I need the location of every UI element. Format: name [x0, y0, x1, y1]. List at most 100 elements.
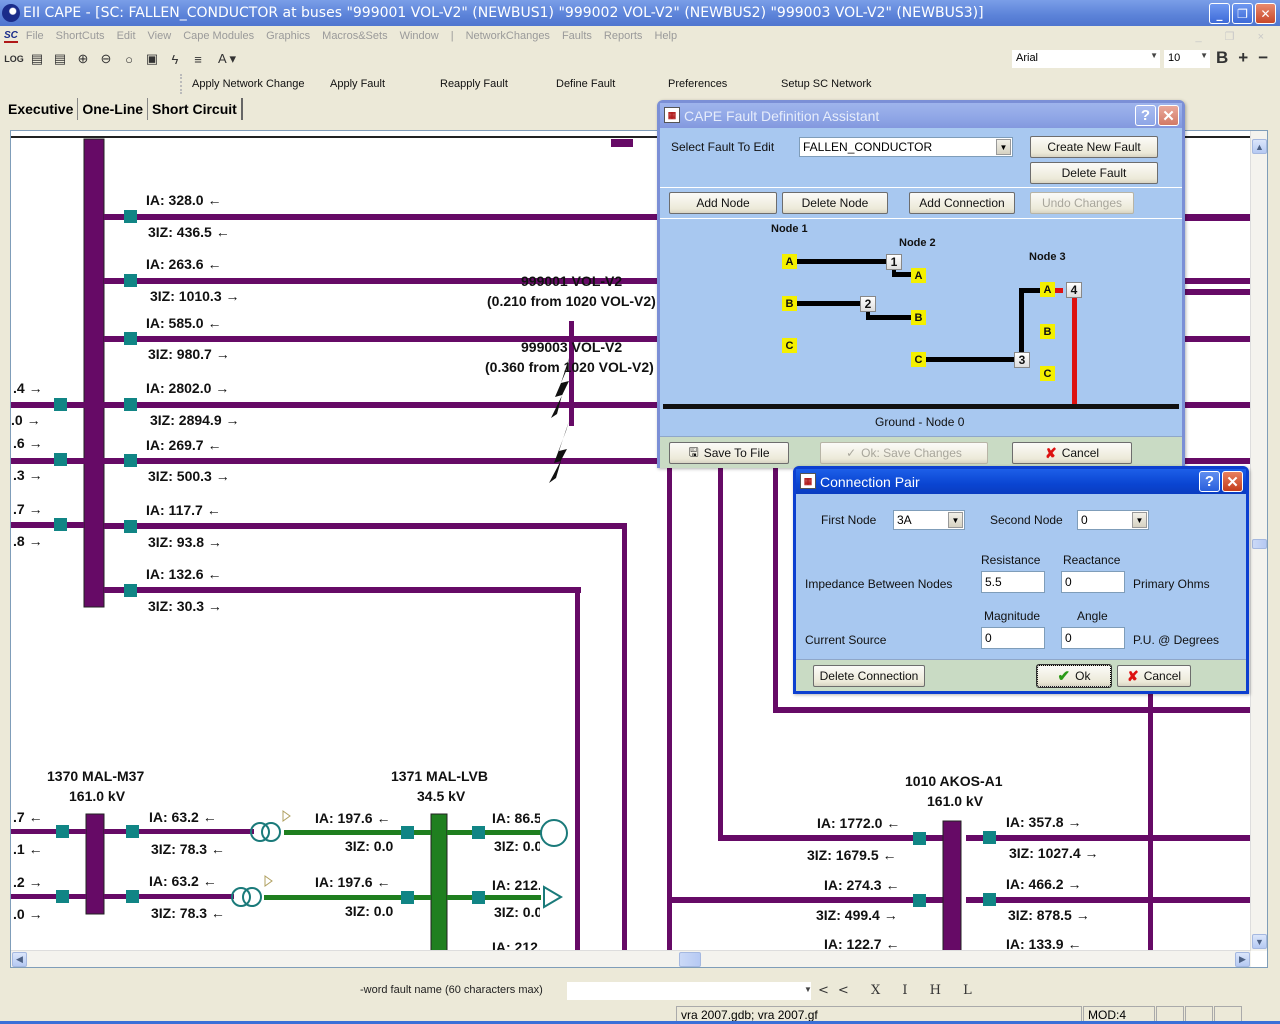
create-new-fault-button[interactable]: Create New Fault — [1030, 136, 1158, 158]
ok-button[interactable]: ✔ Ok — [1036, 664, 1112, 688]
scroll-right-icon[interactable]: ▶ — [1235, 952, 1250, 967]
scroll-down-icon[interactable]: ▼ — [1252, 934, 1267, 949]
second-node-dropdown[interactable]: 0 ▼ — [1077, 510, 1149, 530]
close-button[interactable]: ✕ — [1222, 471, 1243, 492]
lines-icon[interactable]: ≡ — [190, 51, 206, 67]
horizontal-scroll-thumb[interactable] — [679, 952, 701, 967]
zoom-in-icon[interactable]: ⊕ — [75, 51, 91, 67]
delete-node-button[interactable]: Delete Node — [782, 192, 888, 214]
add-node-button[interactable]: Add Node — [669, 192, 777, 214]
vertical-scrollbar[interactable]: ▲ ▼ — [1250, 131, 1267, 951]
mdi-window-controls[interactable]: _ ❐ × — [1195, 30, 1274, 43]
text-style-icon[interactable]: A ▾ — [213, 51, 241, 67]
apply-network-change-button[interactable]: Apply Network Change — [192, 78, 330, 90]
node2-phase-b[interactable]: B — [911, 310, 926, 325]
help-button[interactable]: ? — [1199, 471, 1220, 492]
impedance-units: Primary Ohms — [1133, 577, 1210, 591]
ok-save-changes-button[interactable]: ✓ Ok: Save Changes — [820, 442, 988, 464]
menu-view[interactable]: View — [148, 30, 172, 42]
nav-h-button[interactable]: H — [930, 983, 950, 998]
node1-phase-c[interactable]: C — [782, 338, 797, 353]
scroll-up-icon[interactable]: ▲ — [1252, 139, 1267, 154]
zoom-fit-icon[interactable]: ▣ — [144, 51, 160, 67]
nav-x-button[interactable]: X — [871, 983, 889, 998]
zoom-icon[interactable]: ○ — [121, 51, 137, 67]
report-icon[interactable]: ▤ — [29, 51, 45, 67]
menu-reports[interactable]: Reports — [604, 30, 643, 42]
checkmark-icon: ✔ — [1057, 668, 1071, 685]
resistance-input[interactable]: 5.5 — [981, 571, 1045, 593]
node1-phase-a[interactable]: A — [782, 254, 797, 269]
node1-phase-b[interactable]: B — [782, 296, 797, 311]
first-node-dropdown[interactable]: 3A ▼ — [893, 510, 965, 530]
fault-dialog-titlebar[interactable]: ▦ CAPE Fault Definition Assistant ? ✕ — [660, 103, 1182, 128]
menu-file[interactable]: File — [26, 30, 44, 42]
restore-button[interactable]: ❐ — [1232, 3, 1253, 24]
tab-executive[interactable]: Executive — [4, 98, 79, 120]
help-button[interactable]: ? — [1135, 105, 1156, 126]
tab-one-line[interactable]: One-Line — [78, 98, 149, 120]
delete-fault-button[interactable]: Delete Fault — [1030, 162, 1158, 184]
log-icon[interactable]: LOG — [4, 51, 24, 67]
menu-network-changes[interactable]: NetworkChanges — [466, 30, 550, 42]
preferences-button[interactable]: Preferences — [668, 78, 781, 90]
tab-short-circuit[interactable]: Short Circuit — [148, 98, 243, 120]
menu-cape-modules[interactable]: Cape Modules — [183, 30, 254, 42]
bold-button[interactable]: B — [1216, 48, 1228, 68]
reactance-input[interactable]: 0 — [1061, 571, 1125, 593]
menu-edit[interactable]: Edit — [117, 30, 136, 42]
chevron-down-icon[interactable]: ▼ — [804, 985, 812, 994]
text-report-icon[interactable]: ▤ — [52, 51, 68, 67]
apply-fault-button[interactable]: Apply Fault — [330, 78, 440, 90]
select-fault-dropdown[interactable]: FALLEN_CONDUCTOR ▼ — [799, 137, 1013, 157]
scroll-left-icon[interactable]: ◀ — [12, 952, 27, 967]
font-name-select[interactable]: Arial ▼ — [1012, 50, 1160, 68]
angle-input[interactable]: 0 — [1061, 627, 1125, 649]
menu-faults[interactable]: Faults — [562, 30, 592, 42]
cancel-button[interactable]: ✘ Cancel — [1012, 442, 1132, 464]
cancel-button[interactable]: ✘ Cancel — [1117, 665, 1191, 687]
node3-phase-b[interactable]: B — [1040, 324, 1055, 339]
connection-node-4[interactable]: 4 — [1066, 282, 1082, 298]
magnitude-input[interactable]: 0 — [981, 627, 1045, 649]
horizontal-scrollbar[interactable]: ◀ ▶ — [11, 950, 1251, 967]
vertical-line — [718, 461, 723, 839]
second-node-value: 0 — [1081, 513, 1088, 527]
define-fault-button[interactable]: Define Fault — [556, 78, 668, 90]
minimize-button[interactable]: _ — [1209, 3, 1230, 24]
node2-phase-a[interactable]: A — [911, 268, 926, 283]
close-button[interactable]: ✕ — [1158, 105, 1179, 126]
nav-i-button[interactable]: I — [902, 983, 916, 998]
delete-connection-button[interactable]: Delete Connection — [813, 665, 925, 687]
font-size-select[interactable]: 10 ▼ — [1164, 50, 1210, 68]
save-to-file-button[interactable]: 🖫 Save To File — [669, 442, 789, 464]
menu-window[interactable]: Window — [400, 30, 439, 42]
current-label: IA: 357.8 → — [1006, 814, 1082, 830]
menu-shortcuts[interactable]: ShortCuts — [56, 30, 105, 42]
undo-changes-button[interactable]: Undo Changes — [1030, 192, 1134, 214]
nav-back-button[interactable]: << — [818, 983, 858, 998]
node3-phase-c[interactable]: C — [1040, 366, 1055, 381]
node3-phase-a[interactable]: A — [1040, 282, 1055, 297]
node2-phase-c[interactable]: C — [911, 352, 926, 367]
fault-icon[interactable]: ϟ — [167, 51, 183, 67]
increase-font-button[interactable]: + — [1238, 48, 1248, 68]
vertical-scroll-thumb[interactable] — [1252, 539, 1267, 549]
connection-node-1[interactable]: 1 — [886, 254, 902, 270]
menu-help[interactable]: Help — [654, 30, 677, 42]
menu-macros-sets[interactable]: Macros&Sets — [322, 30, 387, 42]
setup-sc-network-button[interactable]: Setup SC Network — [781, 78, 871, 90]
fault-bus1-name: 999001 VOL-V2 — [521, 273, 623, 289]
connection-dialog-titlebar[interactable]: ▦ Connection Pair ? ✕ — [796, 469, 1246, 494]
close-button[interactable]: ✕ — [1255, 3, 1276, 24]
fault-name-input[interactable] — [567, 982, 811, 1000]
connection-node-2[interactable]: 2 — [860, 296, 876, 312]
add-connection-button[interactable]: Add Connection — [909, 192, 1015, 214]
reapply-fault-button[interactable]: Reapply Fault — [440, 78, 556, 90]
current-label: 3IZ: 0.0 — [494, 838, 540, 854]
connection-node-3[interactable]: 3 — [1014, 352, 1030, 368]
menu-graphics[interactable]: Graphics — [266, 30, 310, 42]
zoom-out-icon[interactable]: ⊖ — [98, 51, 114, 67]
nav-l-button[interactable]: L — [963, 983, 981, 998]
decrease-font-button[interactable]: − — [1258, 48, 1268, 68]
